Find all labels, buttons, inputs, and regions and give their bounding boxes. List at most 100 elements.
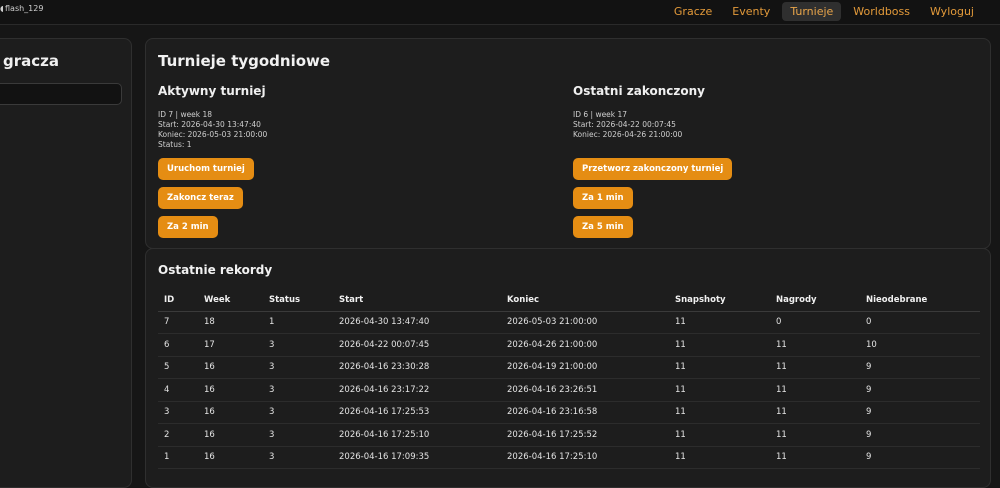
- records-table: ID Week Status Start Koniec Snapshoty Na…: [158, 289, 980, 469]
- weekly-tournaments-card: Turnieje tygodniowe Aktywny turniej ID 7…: [145, 38, 991, 249]
- player-panel-title: gracza: [3, 52, 60, 70]
- cell-end: 2026-04-16 23:16:58: [501, 401, 669, 424]
- in-5-min-button[interactable]: Za 5 min: [573, 216, 633, 238]
- active-tournament-actions: Uruchom turniej Zakoncz teraz Za 2 min: [158, 158, 267, 238]
- start-tournament-button[interactable]: Uruchom turniej: [158, 158, 254, 180]
- cell-start: 2026-04-30 13:47:40: [333, 311, 501, 334]
- cell-week: 16: [198, 356, 263, 379]
- player-search-input[interactable]: [0, 83, 122, 105]
- table-row: 6 17 3 2026-04-22 00:07:45 2026-04-26 21…: [158, 333, 980, 357]
- records-body: 7 18 1 2026-04-30 13:47:40 2026-05-03 21…: [158, 311, 980, 469]
- nav-worldboss[interactable]: Worldboss: [845, 2, 918, 21]
- cell-snapshots: 11: [669, 446, 770, 469]
- cell-status: 3: [263, 446, 333, 469]
- last-finished-end: Koniec: 2026-04-26 21:00:00: [573, 130, 683, 139]
- cell-id: 7: [158, 311, 198, 334]
- col-start: Start: [333, 289, 501, 312]
- cell-snapshots: 11: [669, 333, 770, 357]
- cell-start: 2026-04-16 23:30:28: [333, 356, 501, 379]
- process-finished-button[interactable]: Przetworz zakonczony turniej: [573, 158, 733, 180]
- last-finished-id: ID 6 | week 17: [573, 110, 628, 119]
- cell-end: 2026-04-26 21:00:00: [501, 333, 669, 357]
- last-finished-title: Ostatni zakonczony: [573, 84, 705, 98]
- cell-rewards: 0: [770, 311, 860, 334]
- end-now-button[interactable]: Zakoncz teraz: [158, 187, 243, 209]
- cell-status: 3: [263, 401, 333, 424]
- cell-status: 3: [263, 378, 333, 402]
- cell-end: 2026-04-16 23:26:51: [501, 378, 669, 402]
- cell-week: 18: [198, 311, 263, 334]
- cell-week: 16: [198, 401, 263, 424]
- cell-status: 3: [263, 356, 333, 379]
- cell-start: 2026-04-16 17:25:53: [333, 401, 501, 424]
- top-bar: ● flash_129 Gracze Eventy Turnieje World…: [0, 0, 1000, 25]
- in-2-min-button[interactable]: Za 2 min: [158, 216, 218, 238]
- active-tournament-status: Status: 1: [158, 140, 192, 149]
- nav-eventy[interactable]: Eventy: [724, 2, 778, 21]
- cell-rewards: 11: [770, 401, 860, 424]
- col-id: ID: [158, 289, 198, 312]
- nav-gracze[interactable]: Gracze: [666, 2, 720, 21]
- table-row: 2 16 3 2026-04-16 17:25:10 2026-04-16 17…: [158, 423, 980, 447]
- cell-status: 1: [263, 311, 333, 334]
- cell-rewards: 11: [770, 423, 860, 447]
- cell-snapshots: 11: [669, 378, 770, 402]
- cell-snapshots: 11: [669, 311, 770, 334]
- col-week: Week: [198, 289, 263, 312]
- in-1-min-button[interactable]: Za 1 min: [573, 187, 633, 209]
- cell-rewards: 11: [770, 333, 860, 357]
- cell-unclaimed: 9: [860, 423, 980, 447]
- cell-id: 4: [158, 378, 198, 402]
- active-tournament-end: Koniec: 2026-05-03 21:00:00: [158, 130, 268, 139]
- cell-week: 16: [198, 446, 263, 469]
- cell-id: 6: [158, 333, 198, 357]
- user-icon: ●: [0, 5, 3, 13]
- recent-records-card: Ostatnie rekordy ID Week Status Start Ko…: [145, 248, 991, 488]
- weekly-tournaments-title: Turnieje tygodniowe: [158, 52, 331, 70]
- cell-unclaimed: 9: [860, 401, 980, 424]
- cell-unclaimed: 9: [860, 446, 980, 469]
- cell-status: 3: [263, 333, 333, 357]
- cell-week: 16: [198, 423, 263, 447]
- table-row: 5 16 3 2026-04-16 23:30:28 2026-04-19 21…: [158, 356, 980, 379]
- cell-end: 2026-04-16 17:25:10: [501, 446, 669, 469]
- records-header-row: ID Week Status Start Koniec Snapshoty Na…: [158, 289, 980, 312]
- cell-end: 2026-04-16 17:25:52: [501, 423, 669, 447]
- main-nav: Gracze Eventy Turnieje Worldboss Wyloguj: [666, 0, 982, 22]
- last-finished-section: Ostatni zakonczony ID 6 | week 17 Start:…: [573, 84, 733, 238]
- col-rewards: Nagrody: [770, 289, 860, 312]
- last-finished-spacer: [573, 140, 732, 150]
- recent-records-title: Ostatnie rekordy: [158, 263, 273, 277]
- table-row: 7 18 1 2026-04-30 13:47:40 2026-05-03 21…: [158, 311, 980, 334]
- cell-status: 3: [263, 423, 333, 447]
- col-status: Status: [263, 289, 333, 312]
- table-row: 3 16 3 2026-04-16 17:25:53 2026-04-16 23…: [158, 401, 980, 424]
- cell-start: 2026-04-16 17:09:35: [333, 446, 501, 469]
- active-tournament-section: Aktywny turniej ID 7 | week 18 Start: 20…: [158, 84, 267, 238]
- nav-turnieje[interactable]: Turnieje: [782, 1, 842, 21]
- cell-start: 2026-04-16 23:17:22: [333, 378, 501, 402]
- cell-unclaimed: 0: [860, 311, 980, 334]
- cell-snapshots: 11: [669, 401, 770, 424]
- cell-unclaimed: 10: [860, 333, 980, 357]
- cell-unclaimed: 9: [860, 356, 980, 379]
- cell-week: 17: [198, 333, 263, 357]
- table-row: 1 16 3 2026-04-16 17:09:35 2026-04-16 17…: [158, 446, 980, 469]
- cell-end: 2026-05-03 21:00:00: [501, 311, 669, 334]
- active-tournament-title: Aktywny turniej: [158, 84, 266, 98]
- cell-end: 2026-04-19 21:00:00: [501, 356, 669, 379]
- active-tournament-start: Start: 2026-04-30 13:47:40: [158, 120, 261, 129]
- cell-id: 5: [158, 356, 198, 379]
- player-panel: gracza: [0, 38, 132, 488]
- cell-start: 2026-04-16 17:25:10: [333, 423, 501, 447]
- cell-snapshots: 11: [669, 356, 770, 379]
- col-end: Koniec: [501, 289, 669, 312]
- col-unclaimed: Nieodebrane: [860, 289, 980, 312]
- last-finished-start: Start: 2026-04-22 00:07:45: [573, 120, 676, 129]
- cell-start: 2026-04-22 00:07:45: [333, 333, 501, 357]
- cell-id: 2: [158, 423, 198, 447]
- cell-week: 16: [198, 378, 263, 402]
- nav-wyloguj[interactable]: Wyloguj: [922, 2, 982, 21]
- active-tournament-id: ID 7 | week 18: [158, 110, 213, 119]
- cell-id: 1: [158, 446, 198, 469]
